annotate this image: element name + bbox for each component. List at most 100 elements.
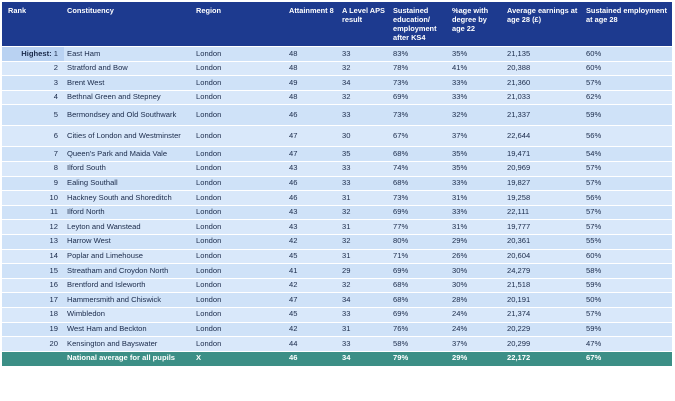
rank-value: 14 [49, 251, 58, 261]
region-cell: London [193, 146, 286, 162]
region-cell: London [193, 233, 286, 250]
a-level-aps-cell: 32 [339, 89, 390, 105]
degree-cell: 30% [449, 277, 504, 293]
degree-cell: 30% [449, 263, 504, 279]
employment-cell: 60% [583, 248, 672, 264]
table-row: 4 Bethnal Green and Stepney London 48 32 69% 3… [2, 89, 672, 105]
table-row: 17 Hammersmith and Chiswick London 47 34 68% 2… [2, 292, 672, 308]
region-cell: London [193, 306, 286, 322]
employment-cell: 57% [583, 175, 672, 191]
national-earnings: 22,172 [504, 350, 583, 366]
degree-cell: 26% [449, 248, 504, 264]
constituency-cell: Brentford and Isleworth [64, 277, 193, 293]
sustained-education-cell: 71% [390, 248, 449, 264]
table-row: 9 Ealing Southall London 46 33 68% 33% 19,827 57… [2, 175, 672, 191]
rank-cell: 3 [2, 75, 64, 91]
region-cell: London [193, 175, 286, 191]
degree-cell: 33% [449, 89, 504, 105]
sustained-education-cell: 78% [390, 60, 449, 76]
rank-cell: Highest: 1 [2, 46, 64, 62]
national-sustained-education: 79% [390, 350, 449, 366]
region-cell: London [193, 292, 286, 308]
earnings-cell: 20,604 [504, 248, 583, 264]
rank-cell: 20 [2, 336, 64, 352]
region-cell: London [193, 277, 286, 293]
a-level-aps-cell: 34 [339, 292, 390, 308]
rank-value: 13 [49, 236, 58, 246]
constituency-cell: Kensington and Bayswater [64, 336, 193, 352]
rank-value: 2 [53, 63, 58, 73]
national-region: X [193, 350, 286, 366]
table-row: 16 Brentford and Isleworth London 42 32 68% 30… [2, 277, 672, 293]
sustained-education-cell: 73% [390, 190, 449, 206]
header-degree-by-22: %age with degree by age 22 [449, 2, 504, 47]
rank-cell: 5 [2, 104, 64, 126]
constituency-cell: West Ham and Beckton [64, 321, 193, 337]
table-row: Highest: 1 East Ham London 48 33 83% 35% 21,135… [2, 46, 672, 62]
attainment-8-cell: 43 [286, 160, 339, 177]
employment-cell: 60% [583, 46, 672, 62]
header-average-earnings: Average earnings at age 28 (£) [504, 2, 583, 47]
employment-cell: 59% [583, 277, 672, 293]
a-level-aps-cell: 31 [339, 248, 390, 264]
table-header-row: Rank Constituency Region Attainment 8 A … [2, 2, 672, 47]
attainment-8-cell: 42 [286, 321, 339, 337]
a-level-aps-cell: 29 [339, 263, 390, 279]
sustained-education-cell: 76% [390, 321, 449, 337]
sustained-education-cell: 68% [390, 277, 449, 293]
degree-cell: 33% [449, 75, 504, 91]
rank-value: 8 [53, 163, 58, 173]
sustained-education-cell: 69% [390, 204, 449, 220]
degree-cell: 37% [449, 336, 504, 352]
employment-cell: 57% [583, 219, 672, 235]
a-level-aps-cell: 31 [339, 219, 390, 235]
sustained-education-cell: 73% [390, 75, 449, 91]
rank-cell: 4 [2, 89, 64, 105]
table-row: 14 Poplar and Limehouse London 45 31 71% 26% 20… [2, 248, 672, 264]
a-level-aps-cell: 33 [339, 175, 390, 191]
region-cell: London [193, 204, 286, 220]
a-level-aps-cell: 33 [339, 160, 390, 177]
earnings-cell: 21,033 [504, 89, 583, 105]
rank-value: 11 [50, 207, 58, 217]
table-row: 7 Queen's Park and Maida Vale London 47 35 68… [2, 146, 672, 162]
region-cell: London [193, 125, 286, 147]
table-row: 6 Cities of London and Westminster London 4… [2, 125, 672, 147]
rank-cell: 16 [2, 277, 64, 293]
rank-cell: 8 [2, 160, 64, 177]
rank-value: 18 [49, 309, 58, 319]
a-level-aps-cell: 32 [339, 204, 390, 220]
header-attainment-8: Attainment 8 [286, 2, 339, 47]
degree-cell: 31% [449, 190, 504, 206]
a-level-aps-cell: 34 [339, 75, 390, 91]
constituency-table: Rank Constituency Region Attainment 8 A … [2, 2, 672, 366]
constituency-cell: Hackney South and Shoreditch [64, 190, 193, 206]
national-attainment-8: 46 [286, 350, 339, 366]
employment-cell: 58% [583, 263, 672, 279]
employment-cell: 54% [583, 146, 672, 162]
header-sustained-education: Sustained education/ employment after KS… [390, 2, 449, 47]
region-cell: London [193, 336, 286, 352]
attainment-8-cell: 45 [286, 306, 339, 322]
rank-value: 5 [53, 110, 58, 120]
table-row: 11 Ilford North London 43 32 69% 33% 22,111 57% [2, 204, 672, 220]
constituency-cell: Streatham and Croydon North [64, 263, 193, 279]
table-body: Highest: 1 East Ham London 48 33 83% 35% 21,135… [2, 46, 672, 352]
degree-cell: 28% [449, 292, 504, 308]
region-cell: London [193, 89, 286, 105]
rank-value: 19 [49, 324, 58, 333]
table-row: 13 Harrow West London 42 32 80% 29% 20,361 55% [2, 233, 672, 250]
constituency-cell: Queen's Park and Maida Vale [64, 146, 193, 162]
constituency-cell: Leyton and Wanstead [64, 219, 193, 235]
sustained-education-cell: 80% [390, 233, 449, 250]
a-level-aps-cell: 33 [339, 46, 390, 62]
a-level-aps-cell: 35 [339, 146, 390, 162]
rank-cell: 10 [2, 190, 64, 206]
national-employment: 67% [583, 350, 672, 366]
a-level-aps-cell: 33 [339, 306, 390, 322]
sustained-education-cell: 67% [390, 125, 449, 147]
table-row: 5 Bermondsey and Old Southwark London 46 33 7… [2, 104, 672, 126]
degree-cell: 35% [449, 46, 504, 62]
earnings-cell: 21,337 [504, 104, 583, 126]
employment-cell: 50% [583, 292, 672, 308]
